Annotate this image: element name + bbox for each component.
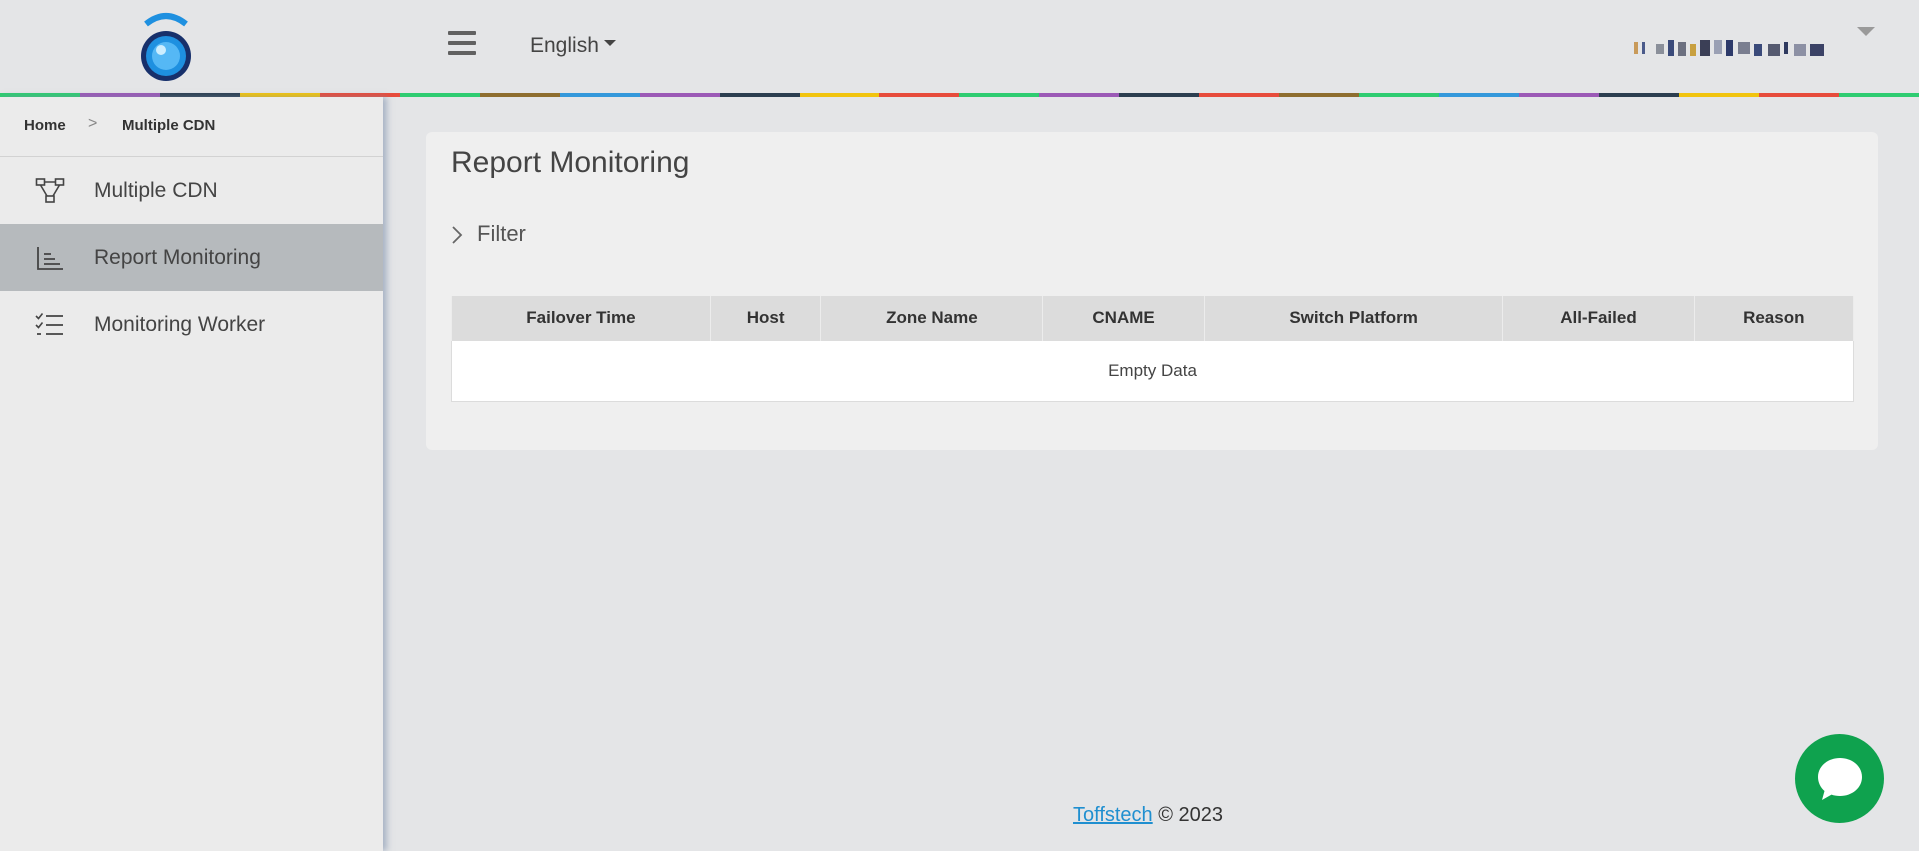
breadcrumb-current[interactable]: Multiple CDN: [122, 117, 215, 134]
column-header[interactable]: CNAME: [1042, 296, 1205, 341]
stripe-segment: [1039, 93, 1120, 97]
breadcrumb-home-link[interactable]: Home: [24, 117, 66, 134]
empty-data-message: Empty Data: [451, 340, 1854, 402]
user-menu-caret-icon[interactable]: [1857, 27, 1875, 36]
column-header[interactable]: Switch Platform: [1203, 296, 1504, 341]
stripe-segment: [1838, 93, 1919, 97]
breadcrumb-separator-icon: >: [88, 115, 98, 132]
stripe-segment: [1758, 93, 1839, 97]
report-table: Failover Time Host Zone Name CNAME Switc…: [451, 296, 1855, 402]
report-card: Report Monitoring Filter Failover Time H…: [426, 132, 1878, 450]
column-header[interactable]: Host: [709, 296, 822, 341]
stripe-segment: [559, 93, 640, 97]
table-row: Empty Data: [451, 340, 1854, 402]
stripe-segment: [479, 93, 560, 97]
stripe-segment: [399, 93, 480, 97]
stripe-segment: [639, 93, 720, 97]
sidebar-item-report-monitoring[interactable]: Report Monitoring: [0, 224, 383, 291]
column-header[interactable]: Failover Time: [451, 296, 711, 341]
sidebar: Home > Multiple CDN Multiple CDN Report …: [0, 97, 383, 851]
stripe-segment: [1359, 93, 1440, 97]
filter-label: Filter: [477, 221, 526, 246]
stripe-segment: [1199, 93, 1280, 97]
stripe-segment: [799, 93, 880, 97]
chat-button[interactable]: [1795, 734, 1884, 823]
stripe-segment: [879, 93, 960, 97]
checklist-icon: [35, 313, 63, 335]
caret-down-icon: [603, 40, 616, 47]
network-icon: [35, 178, 65, 203]
top-header: TFFS English: [0, 0, 1919, 145]
column-header[interactable]: Reason: [1693, 296, 1855, 341]
stripe-segment: [1599, 93, 1680, 97]
toffstech-link[interactable]: Toffstech: [1073, 804, 1153, 826]
copyright-text: © 2023: [1158, 804, 1224, 826]
footer: Toffstech © 2023: [1073, 804, 1223, 827]
sidebar-item-multiple-cdn[interactable]: Multiple CDN: [0, 157, 383, 224]
sidebar-item-monitoring-worker[interactable]: Monitoring Worker: [0, 291, 383, 358]
stripe-segment: [1119, 93, 1200, 97]
column-header[interactable]: All-Failed: [1502, 296, 1695, 341]
stripe-segment: [1519, 93, 1600, 97]
toffs-logo[interactable]: TFFS: [110, 8, 287, 145]
stripe-segment: [719, 93, 800, 97]
sidebar-item-label: Monitoring Worker: [94, 313, 266, 336]
sidebar-item-label: Report Monitoring: [94, 246, 261, 269]
stripe-segment: [1279, 93, 1360, 97]
stripe-segment: [959, 93, 1040, 97]
chat-bubble-icon: [1818, 758, 1862, 800]
language-label: English: [530, 34, 599, 57]
column-header[interactable]: Zone Name: [820, 296, 1044, 341]
page-title: Report Monitoring: [451, 146, 690, 179]
sidebar-item-label: Multiple CDN: [94, 179, 218, 202]
table-header-row: Failover Time Host Zone Name CNAME Switc…: [451, 296, 1855, 341]
chevron-right-icon: [452, 226, 463, 244]
user-name-redacted[interactable]: [1634, 38, 1826, 56]
stripe-segment: [1679, 93, 1759, 97]
breadcrumb: Home > Multiple CDN: [0, 97, 383, 157]
language-dropdown[interactable]: English: [530, 34, 616, 58]
chart-icon: [37, 247, 63, 270]
stripe-segment: [1439, 93, 1520, 97]
menu-toggle-icon[interactable]: [448, 31, 476, 59]
